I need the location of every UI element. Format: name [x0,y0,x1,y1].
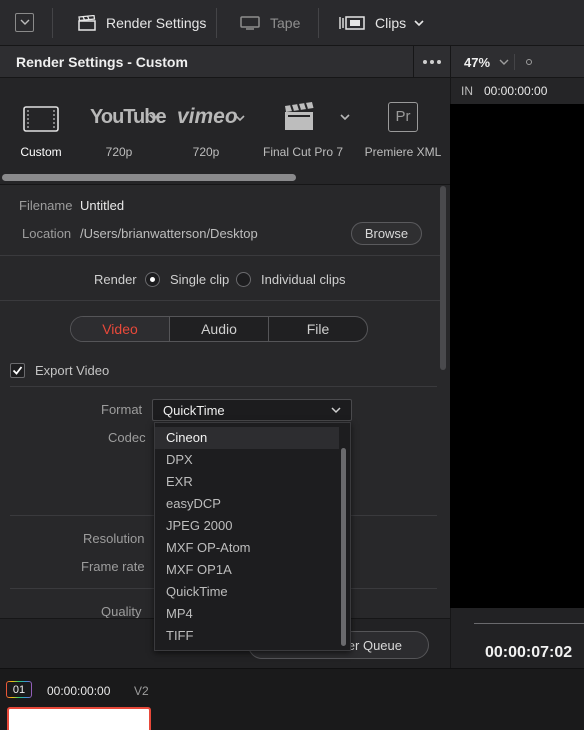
preset-label: 720p [192,145,220,159]
format-option-mp4[interactable]: MP4 [155,603,339,625]
format-option-exr[interactable]: EXR [155,471,339,493]
top-toolbar: Render Settings Tape Clips [0,0,584,46]
format-select[interactable]: QuickTime [152,399,352,421]
format-option-jpeg-2000[interactable]: JPEG 2000 [155,515,339,537]
in-timecode: 00:00:00:00 [484,84,548,98]
preset-label: Final Cut Pro 7 [263,145,344,159]
scrubber-track[interactable] [474,623,584,624]
format-option-dpx[interactable]: DPX [155,449,339,471]
format-value: QuickTime [163,403,225,418]
resolution-label: Resolution [83,531,145,546]
preset-youtube[interactable]: YouTube 720p [86,78,167,178]
format-dropdown-menu: Cineon DPX EXR easyDCP JPEG 2000 MXF OP-… [154,422,351,651]
viewer-header: 47% [450,46,584,78]
clapperboard-icon [78,15,96,31]
preset-bar: Custom YouTube 720p vimeo 720p Final Cut… [0,78,450,184]
in-label: IN [461,84,473,98]
single-clip-radio[interactable] [145,272,160,287]
checkmark-icon [12,366,23,375]
chevron-down-icon [340,114,350,121]
individual-clips-label: Individual clips [261,272,346,287]
tab-video[interactable]: Video [71,317,170,341]
render-settings-header: Render Settings - Custom [0,46,450,78]
render-settings-tab[interactable]: Render Settings [78,0,206,46]
preset-custom[interactable]: Custom [8,78,74,178]
queue-button-label: er Queue [347,638,402,653]
location-field[interactable]: /Users/brianwatterson/Desktop [80,226,258,241]
output-tabs: Video Audio File [70,316,368,342]
frame-rate-label: Frame rate [81,559,145,574]
film-strip-icon [23,106,59,132]
clips-label: Clips [375,15,407,31]
clip-number-badge: 01 [6,681,32,698]
clip-timecode: 00:00:00:00 [47,684,111,698]
format-label: Format [101,402,143,417]
preset-label: Custom [20,145,62,159]
divider [0,255,440,256]
format-option-cineon[interactable]: Cineon [155,427,339,449]
divider [514,54,515,70]
zoom-level[interactable]: 47% [464,55,490,70]
individual-clips-radio[interactable] [236,272,251,287]
quality-label: Quality [101,604,142,619]
codec-label: Codec [108,430,146,445]
export-video-label: Export Video [35,363,110,378]
more-dots-icon [423,60,427,64]
duration-timecode: 00:00:07:02 [485,644,573,661]
format-option-mxf-op1a[interactable]: MXF OP1A [155,559,339,581]
format-option-tiff[interactable]: TIFF [155,625,339,647]
track-label: V2 [134,684,149,698]
format-option-quicktime[interactable]: QuickTime [155,581,339,603]
clips-icon [339,16,365,30]
chevron-down-icon [235,115,245,122]
chevron-down-icon [20,19,30,25]
browse-button[interactable]: Browse [351,222,422,245]
filename-field[interactable]: Untitled [80,198,124,213]
panel-toggle-button[interactable] [15,13,34,32]
viewer-transport: 00:00:07:02 [450,608,584,668]
render-settings-label: Render Settings [106,15,207,31]
filename-label: Filename [19,198,73,213]
settings-scrollbar[interactable] [440,186,446,370]
monitor-icon [240,16,260,30]
divider [10,386,437,387]
format-option-easydcp[interactable]: easyDCP [155,493,339,515]
toolbar-divider [216,8,217,38]
tape-tab[interactable]: Tape [240,0,300,46]
chevron-down-icon [331,407,341,414]
format-option-mxf-op-atom[interactable]: MXF OP-Atom [155,537,339,559]
dropdown-scrollbar[interactable] [341,448,346,646]
tape-label: Tape [270,15,301,31]
in-point-bar: IN 00:00:00:00 [450,78,584,104]
clips-tab[interactable]: Clips [339,0,424,46]
preset-premiere-xml[interactable]: Pr Premiere XML [364,78,442,178]
preset-label: 720p [105,145,133,159]
toolbar-divider [318,8,319,38]
render-label: Render [94,272,137,287]
panel-title: Render Settings - Custom [16,54,188,70]
tab-file[interactable]: File [269,317,367,341]
clip-thumbnail[interactable] [7,707,151,730]
preset-final-cut-pro-7[interactable]: Final Cut Pro 7 [263,78,350,178]
location-label: Location [22,226,72,241]
options-menu-button[interactable] [413,46,450,78]
chevron-down-icon[interactable] [499,59,509,66]
preset-vimeo[interactable]: vimeo 720p [173,78,245,178]
premiere-icon: Pr [388,102,418,132]
circle-icon[interactable] [526,59,532,65]
toolbar-divider [52,8,53,38]
preset-label: Premiere XML [364,145,442,159]
chevron-down-icon [414,19,424,26]
tab-audio[interactable]: Audio [170,317,269,341]
export-video-checkbox[interactable] [10,363,25,378]
vimeo-logo: vimeo [177,105,238,128]
chevron-down-icon [149,114,159,121]
preset-scrollbar[interactable] [2,174,296,181]
single-clip-label: Single clip [170,272,230,287]
divider [0,300,440,301]
video-viewer[interactable] [450,104,584,608]
clapperboard-icon [285,102,314,130]
